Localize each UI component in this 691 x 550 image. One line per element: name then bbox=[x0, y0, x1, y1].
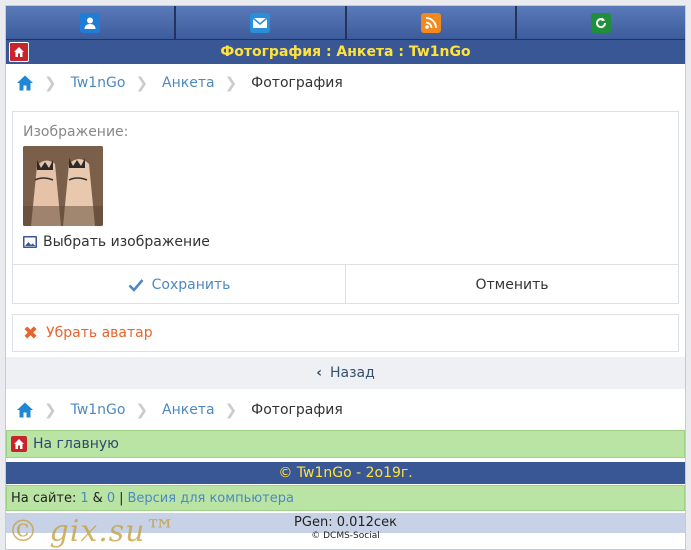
choose-image-label: Выбрать изображение bbox=[43, 234, 210, 250]
image-icon bbox=[23, 236, 37, 248]
breadcrumb-current: Фотография bbox=[251, 402, 343, 418]
online-count-link[interactable]: 1 bbox=[80, 491, 88, 506]
online-prefix: На сайте: bbox=[11, 490, 77, 506]
chevron-right-icon: ❯ bbox=[135, 74, 149, 92]
page-title-bar: Фотография : Анкета : Tw1nGo bbox=[6, 39, 685, 64]
close-icon: ✖ bbox=[23, 322, 39, 344]
nav-mail[interactable] bbox=[176, 6, 347, 39]
back-label: Назад bbox=[329, 365, 375, 381]
breadcrumb: ❯ Tw1nGo ❯ Анкета ❯ Фотография bbox=[6, 65, 685, 101]
home-link-label: На главную bbox=[33, 436, 119, 452]
home-icon[interactable] bbox=[9, 42, 29, 62]
choose-image-button[interactable]: Выбрать изображение bbox=[23, 234, 210, 250]
online-divider: | bbox=[119, 490, 124, 506]
page-frame: Фотография : Анкета : Tw1nGo ❯ Tw1nGo ❯ … bbox=[5, 5, 686, 550]
checkmark-icon bbox=[128, 278, 144, 292]
breadcrumb-link[interactable]: Tw1nGo bbox=[71, 402, 126, 418]
watermark: © gix.su™ bbox=[8, 514, 177, 549]
online-bar: На сайте: 1 & 0 | Версия для компьютера bbox=[6, 485, 685, 511]
chevron-right-icon: ❯ bbox=[135, 401, 149, 419]
home-icon bbox=[11, 436, 27, 452]
online-guests-link[interactable]: 0 bbox=[107, 491, 115, 506]
save-label: Сохранить bbox=[151, 276, 231, 293]
nav-profile[interactable] bbox=[6, 6, 177, 39]
breadcrumb-bottom: ❯ Tw1nGo ❯ Анкета ❯ Фотография bbox=[6, 392, 685, 428]
rss-icon bbox=[420, 12, 441, 33]
breadcrumb-link[interactable]: Tw1nGo bbox=[71, 75, 126, 91]
top-nav bbox=[6, 6, 685, 39]
remove-avatar-label: Убрать аватар bbox=[46, 325, 153, 341]
chevron-left-icon: ‹ bbox=[316, 365, 322, 381]
chevron-right-icon: ❯ bbox=[224, 401, 238, 419]
chevron-right-icon: ❯ bbox=[44, 401, 57, 419]
breadcrumb-current: Фотография bbox=[251, 75, 343, 91]
chevron-right-icon: ❯ bbox=[44, 74, 57, 92]
refresh-icon bbox=[590, 12, 611, 33]
home-link[interactable]: На главную bbox=[6, 430, 685, 458]
nav-refresh[interactable] bbox=[516, 6, 685, 39]
nav-rss[interactable] bbox=[346, 6, 517, 39]
desktop-version-link[interactable]: Версия для компьютера bbox=[127, 491, 293, 506]
home-icon[interactable] bbox=[16, 401, 34, 419]
home-icon[interactable] bbox=[16, 74, 34, 92]
cancel-label: Отменить bbox=[475, 276, 549, 293]
page-title: Фотография : Анкета : Tw1nGo bbox=[220, 44, 471, 60]
profile-icon bbox=[80, 12, 101, 33]
breadcrumb-link[interactable]: Анкета bbox=[162, 402, 215, 418]
image-label: Изображение: bbox=[23, 124, 129, 140]
online-amp: & bbox=[92, 490, 103, 506]
copyright: © Tw1nGo - 2o19г. bbox=[6, 462, 685, 484]
chevron-right-icon: ❯ bbox=[224, 74, 238, 92]
save-button[interactable]: Сохранить bbox=[13, 265, 346, 304]
mail-icon bbox=[250, 12, 271, 33]
remove-avatar-button[interactable]: ✖ Убрать аватар bbox=[12, 314, 679, 352]
back-button[interactable]: ‹ Назад bbox=[6, 357, 685, 389]
form-actions: Сохранить Отменить bbox=[13, 264, 678, 304]
photo-form: Изображение: Выбрать изображение Сохрани… bbox=[12, 111, 679, 304]
avatar-photo bbox=[23, 146, 103, 226]
breadcrumb-link[interactable]: Анкета bbox=[162, 75, 215, 91]
cancel-button[interactable]: Отменить bbox=[346, 265, 678, 304]
